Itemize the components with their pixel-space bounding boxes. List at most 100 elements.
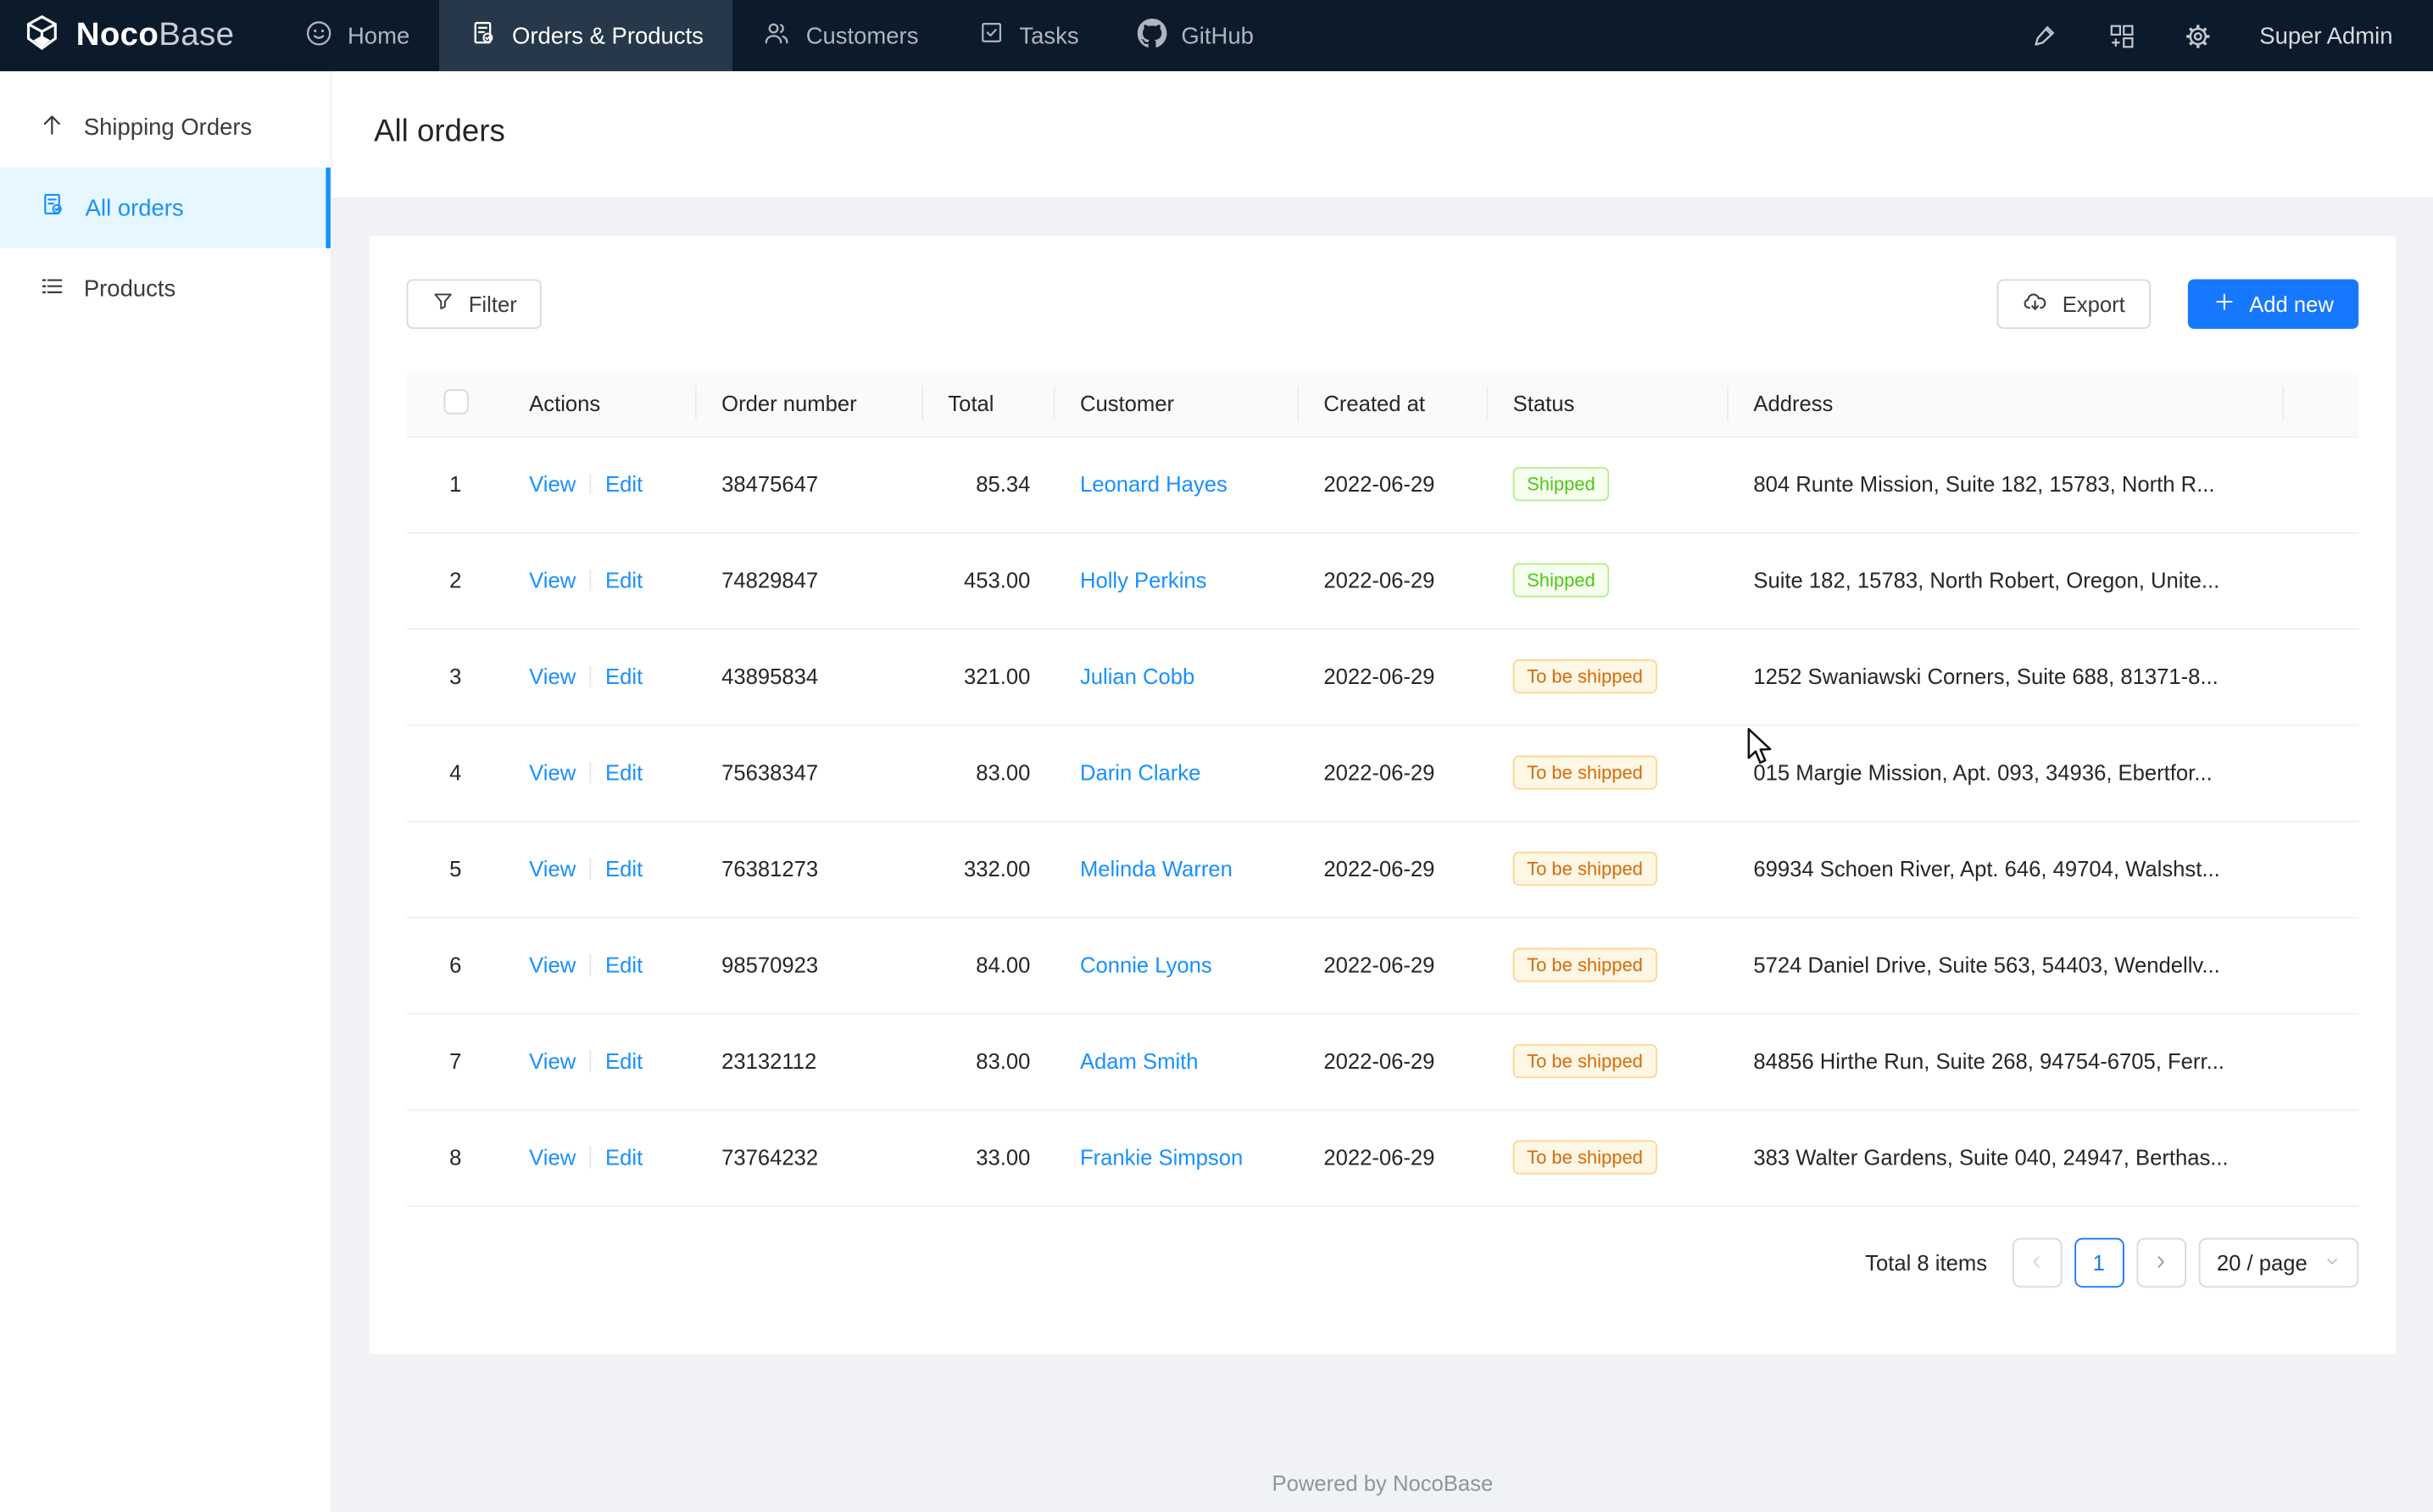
pagination: Total 8 items 1 20 / page: [407, 1237, 2359, 1287]
edit-link[interactable]: Edit: [605, 471, 643, 496]
select-all-checkbox[interactable]: [443, 389, 468, 414]
column-header-created-at: Created at: [1299, 372, 1488, 436]
view-link[interactable]: View: [529, 1145, 576, 1170]
sidebar-item-label: Products: [84, 275, 175, 302]
customer-link[interactable]: Frankie Simpson: [1080, 1145, 1243, 1170]
github-icon: [1138, 18, 1167, 53]
edit-link[interactable]: Edit: [605, 953, 643, 977]
edit-link[interactable]: Edit: [605, 1048, 643, 1073]
status-badge: Shipped: [1513, 467, 1610, 501]
address-cell: 383 Walter Gardens, Suite 040, 24947, Be…: [1729, 1109, 2284, 1205]
actions-divider: [590, 858, 592, 880]
page-size-select[interactable]: 20 / page: [2198, 1237, 2358, 1287]
edit-link[interactable]: Edit: [605, 760, 643, 785]
nav-item-orders-products[interactable]: Orders & Products: [439, 0, 733, 71]
funnel-icon: [431, 290, 454, 318]
total-cell: 84.00: [923, 917, 1055, 1013]
export-button[interactable]: Export: [1997, 279, 2150, 329]
row-index: 3: [407, 628, 504, 724]
address-cell: 015 Margie Mission, Apt. 093, 34936, Ebe…: [1729, 725, 2284, 820]
created-at-cell: 2022-06-29: [1299, 725, 1488, 820]
nocobase-logo[interactable]: NocoBase: [0, 0, 275, 71]
total-cell: 85.34: [923, 436, 1055, 531]
column-header-order-number: Order number: [697, 372, 923, 436]
ui-editor-icon[interactable]: [2031, 21, 2061, 51]
user-menu[interactable]: Super Admin: [2259, 23, 2392, 49]
page-header: All orders: [332, 71, 2433, 197]
powered-by-footer: Powered by NocoBase: [370, 1470, 2397, 1512]
edit-link[interactable]: Edit: [605, 856, 643, 881]
view-link[interactable]: View: [529, 1048, 576, 1073]
edit-link[interactable]: Edit: [605, 1145, 643, 1170]
people-icon: [762, 18, 792, 53]
previous-page-button[interactable]: [2012, 1237, 2062, 1287]
status-cell: To be shipped: [1488, 820, 1729, 916]
customer-link[interactable]: Connie Lyons: [1080, 953, 1212, 977]
sidebar-item-all-orders[interactable]: All orders: [0, 168, 331, 248]
order-number-cell: 98570923: [697, 917, 923, 1013]
customer-cell: Leonard Hayes: [1055, 436, 1299, 531]
created-at-cell: 2022-06-29: [1299, 820, 1488, 916]
customer-cell: Darin Clarke: [1055, 725, 1299, 820]
logo-text: NocoBase: [76, 17, 235, 54]
chevron-down-icon: [2323, 1249, 2341, 1274]
row-index: 4: [407, 725, 504, 820]
customer-cell: Julian Cobb: [1055, 628, 1299, 724]
cloud-download-icon: [2022, 288, 2048, 320]
order-check-icon: [39, 191, 67, 225]
nav-item-label: Home: [348, 23, 409, 49]
next-page-button[interactable]: [2136, 1237, 2186, 1287]
page-title: All orders: [374, 114, 2433, 150]
nav-item-tasks[interactable]: Tasks: [948, 0, 1108, 71]
sidebar-item-products[interactable]: Products: [0, 248, 331, 329]
edit-link[interactable]: Edit: [605, 568, 643, 592]
customer-link[interactable]: Adam Smith: [1080, 1048, 1199, 1073]
actions-cell: View Edit: [504, 917, 697, 1013]
order-document-icon: [469, 18, 498, 53]
customer-link[interactable]: Leonard Hayes: [1080, 471, 1228, 496]
nav-item-github[interactable]: GitHub: [1108, 0, 1283, 71]
total-cell: 453.00: [923, 532, 1055, 628]
nav-item-label: Customers: [806, 23, 919, 49]
card-toolbar: Filter Export Add new: [407, 279, 2359, 329]
edit-link[interactable]: Edit: [605, 664, 643, 688]
nav-item-label: GitHub: [1181, 23, 1253, 49]
customer-link[interactable]: Darin Clarke: [1080, 760, 1200, 785]
filter-button[interactable]: Filter: [407, 279, 542, 329]
spacer-cell: [2284, 436, 2358, 531]
plugin-blocks-icon[interactable]: [2107, 21, 2137, 51]
order-number-cell: 73764232: [697, 1109, 923, 1205]
list-icon: [39, 272, 65, 304]
view-link[interactable]: View: [529, 953, 576, 977]
main-area: All orders Filter Export: [332, 71, 2433, 1512]
sidebar-item-shipping-orders[interactable]: Shipping Orders: [0, 87, 331, 168]
status-badge: Shipped: [1513, 563, 1610, 597]
table-row: 1ViewEdit3847564785.34Leonard Hayes2022-…: [407, 436, 2359, 531]
total-cell: 83.00: [923, 1013, 1055, 1109]
nav-item-customers[interactable]: Customers: [733, 0, 949, 71]
view-link[interactable]: View: [529, 471, 576, 496]
add-new-button[interactable]: Add new: [2187, 279, 2358, 329]
customer-cell: Holly Perkins: [1055, 532, 1299, 628]
created-at-cell: 2022-06-29: [1299, 628, 1488, 724]
actions-cell: View Edit: [504, 532, 697, 628]
customer-link[interactable]: Holly Perkins: [1080, 568, 1207, 592]
customer-link[interactable]: Julian Cobb: [1080, 664, 1194, 688]
view-link[interactable]: View: [529, 856, 576, 881]
view-link[interactable]: View: [529, 760, 576, 785]
column-header-actions: Actions: [504, 372, 697, 436]
view-link[interactable]: View: [529, 568, 576, 592]
created-at-cell: 2022-06-29: [1299, 1013, 1488, 1109]
address-cell: Suite 182, 15783, North Robert, Oregon, …: [1729, 532, 2284, 628]
nav-item-home[interactable]: Home: [275, 0, 439, 71]
actions-divider: [590, 473, 592, 495]
status-badge: To be shipped: [1513, 659, 1657, 693]
spacer-cell: [2284, 532, 2358, 628]
customer-link[interactable]: Melinda Warren: [1080, 856, 1233, 881]
spacer-cell: [2284, 628, 2358, 724]
settings-gear-icon[interactable]: [2184, 21, 2213, 51]
current-page-button[interactable]: 1: [2074, 1237, 2124, 1287]
status-cell: Shipped: [1488, 532, 1729, 628]
pagination-total: Total 8 items: [1865, 1249, 1987, 1274]
view-link[interactable]: View: [529, 664, 576, 688]
